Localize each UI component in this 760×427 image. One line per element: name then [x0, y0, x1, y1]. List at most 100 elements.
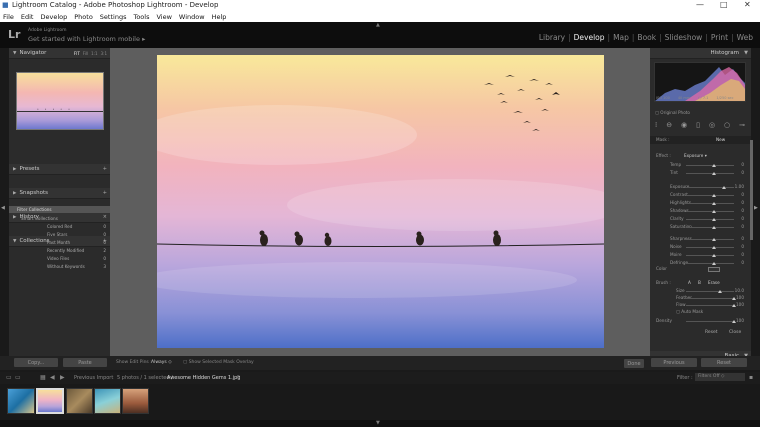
adjustment-brush-icon[interactable]: ⊸ — [739, 121, 745, 131]
menu-window[interactable]: Window — [179, 13, 205, 21]
brush-slider-track[interactable] — [686, 291, 734, 292]
slider-value[interactable]: 1.00 — [735, 184, 744, 189]
module-slideshow[interactable]: Slideshow — [662, 33, 706, 42]
edit-pins-dropdown[interactable]: Always ◇ — [151, 360, 172, 365]
crop-tool-icon[interactable]: ⊖ — [666, 121, 672, 131]
slider-value[interactable]: 0 — [741, 170, 744, 175]
module-library[interactable]: Library — [536, 33, 568, 42]
mask-overlay-checkbox[interactable]: ▢ Show Selected Mask Overlay — [183, 360, 254, 365]
original-photo-toggle[interactable]: ▢ Original Photo — [655, 110, 690, 115]
filmstrip-thumbnail[interactable] — [66, 388, 93, 414]
slider-knob[interactable] — [712, 172, 716, 175]
slider-track[interactable] — [686, 227, 734, 228]
collapse-bottom-arrow-icon[interactable]: ▼ — [376, 420, 380, 426]
menu-file[interactable]: File — [3, 13, 14, 21]
brush-a-tab[interactable]: A — [688, 280, 691, 285]
collection-recently-modified[interactable]: Recently Modified 2 — [9, 247, 110, 254]
filter-dropdown[interactable]: Filters Off ◇ — [695, 373, 745, 381]
menu-tools[interactable]: Tools — [133, 13, 149, 21]
nav-back-icon[interactable]: ◀ — [50, 374, 55, 381]
histogram-header[interactable]: Histogram ▼ — [650, 48, 751, 59]
maximize-button[interactable]: □ — [720, 0, 728, 9]
panel-reset-button[interactable]: Reset — [705, 330, 718, 335]
collection-five-stars[interactable]: Five Stars 0 — [9, 231, 110, 238]
brush-slider-track[interactable] — [686, 305, 734, 306]
color-swatch[interactable] — [708, 267, 720, 272]
slider-value[interactable]: 0 — [741, 224, 744, 229]
brush-slider-value[interactable]: 100 — [736, 295, 744, 300]
navigator-preview[interactable]: ••••• — [16, 72, 104, 130]
filmstrip-thumbnail[interactable] — [7, 388, 35, 414]
source-label[interactable]: Previous Import — [74, 375, 113, 381]
zoom-1-1[interactable]: 1:1 — [91, 51, 97, 56]
module-print[interactable]: Print — [708, 33, 731, 42]
filmstrip-thumbnail[interactable] — [122, 388, 149, 414]
menu-settings[interactable]: Settings — [100, 13, 127, 21]
brush-slider-track[interactable] — [686, 298, 734, 299]
slider-track[interactable] — [686, 219, 734, 220]
module-develop[interactable]: Develop — [571, 33, 608, 42]
grid-view-icon[interactable]: ▦ — [40, 374, 46, 381]
brush-slider-value[interactable]: 10.0 — [735, 288, 744, 293]
done-button[interactable]: Done — [624, 359, 644, 368]
slider-track[interactable] — [686, 255, 734, 256]
presets-header[interactable]: ▶ Presets + — [9, 164, 110, 175]
slider-knob[interactable] — [712, 246, 716, 249]
snapshots-header[interactable]: ▶ Snapshots + — [9, 188, 110, 199]
brush-slider-value[interactable]: 100 — [736, 302, 744, 307]
previous-button[interactable]: Previous — [651, 358, 697, 367]
slider-value[interactable]: 0 — [741, 216, 744, 221]
menu-photo[interactable]: Photo — [74, 13, 93, 21]
slider-track[interactable] — [686, 239, 734, 240]
density-value[interactable]: 100 — [736, 318, 744, 323]
add-icon[interactable]: + — [103, 190, 107, 196]
filter-lock-icon[interactable]: ▪ — [749, 374, 753, 381]
slider-value[interactable]: 0 — [741, 252, 744, 257]
collapse-right-arrow-icon[interactable]: ▶ — [754, 205, 758, 211]
slider-knob[interactable] — [722, 186, 726, 189]
nav-forward-icon[interactable]: ▶ — [60, 374, 65, 381]
module-book[interactable]: Book — [634, 33, 659, 42]
collection-smart[interactable]: Smart Collections — [9, 215, 110, 222]
slider-value[interactable]: 0 — [741, 208, 744, 213]
minimize-button[interactable]: — — [696, 0, 704, 9]
slider-track[interactable] — [686, 165, 734, 166]
slider-track[interactable] — [686, 173, 734, 174]
collection-past-month[interactable]: Past Month 0 — [9, 239, 110, 246]
paste-button[interactable]: Paste — [63, 358, 107, 367]
navigator-header[interactable]: ▼ Navigator FIT Fill 1:1 3:1 — [9, 48, 110, 59]
density-track[interactable] — [686, 321, 734, 322]
slider-value[interactable]: 0 — [741, 192, 744, 197]
slider-knob[interactable] — [712, 202, 716, 205]
mobile-prompt[interactable]: Get started with Lightroom mobile ▸ — [28, 35, 145, 43]
module-map[interactable]: Map — [610, 33, 632, 42]
collection-filter[interactable]: Filter Collections — [9, 206, 110, 213]
radial-filter-icon[interactable]: ○ — [724, 121, 730, 131]
zoom-fill[interactable]: Fill — [83, 51, 88, 56]
menu-edit[interactable]: Edit — [21, 13, 34, 21]
effect-dropdown[interactable]: Exposure ▾ — [684, 153, 707, 158]
slider-value[interactable]: 0 — [741, 236, 744, 241]
auto-mask-checkbox[interactable]: ▢ Auto Mask — [676, 309, 703, 314]
page-2-icon[interactable]: ▭ — [15, 374, 21, 381]
collapse-top-arrow-icon[interactable]: ▲ — [376, 22, 380, 28]
slider-track[interactable] — [686, 187, 734, 188]
histogram[interactable]: ISO 100 40 mm f / 7.1 1/250 sec — [654, 62, 746, 102]
grid-tool-icon[interactable]: ⁞ — [655, 121, 657, 131]
menu-help[interactable]: Help — [212, 13, 227, 21]
menu-view[interactable]: View — [156, 13, 171, 21]
collection-video-files[interactable]: Video Files 0 — [9, 255, 110, 262]
collapse-left-arrow-icon[interactable]: ◀ — [1, 205, 5, 211]
collection-colored-red[interactable]: Colored Red 0 — [9, 223, 110, 230]
brush-b-tab[interactable]: B — [698, 280, 701, 285]
dropdown-icon[interactable]: ▾ — [237, 374, 240, 380]
slider-knob[interactable] — [712, 254, 716, 257]
slider-knob[interactable] — [712, 226, 716, 229]
red-eye-icon[interactable]: ▯ — [696, 121, 700, 131]
menu-develop[interactable]: Develop — [40, 13, 67, 21]
spot-removal-icon[interactable]: ◉ — [681, 121, 687, 131]
slider-value[interactable]: 0 — [741, 200, 744, 205]
slider-knob[interactable] — [712, 164, 716, 167]
slider-track[interactable] — [686, 263, 734, 264]
reset-button[interactable]: Reset — [701, 358, 747, 367]
